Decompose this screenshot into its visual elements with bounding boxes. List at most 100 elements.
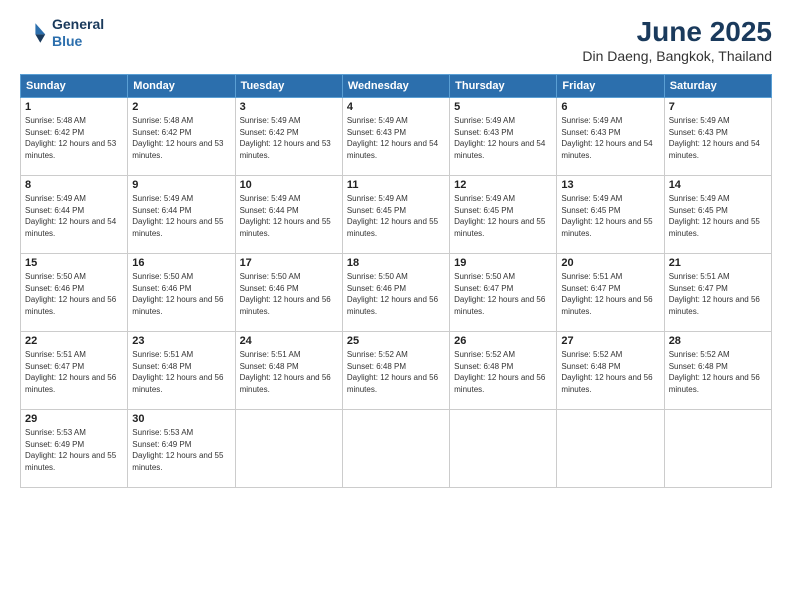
day-of-week-header: Friday [557, 75, 664, 98]
calendar-cell: 30 Sunrise: 5:53 AMSunset: 6:49 PMDayligh… [128, 410, 235, 488]
day-number: 17 [240, 257, 338, 269]
calendar-cell: 3 Sunrise: 5:49 AMSunset: 6:42 PMDaylight… [235, 98, 342, 176]
calendar-cell [342, 410, 449, 488]
calendar-header-row: SundayMondayTuesdayWednesdayThursdayFrid… [21, 75, 772, 98]
calendar-week-row: 8 Sunrise: 5:49 AMSunset: 6:44 PMDaylight… [21, 176, 772, 254]
calendar-cell: 7 Sunrise: 5:49 AMSunset: 6:43 PMDaylight… [664, 98, 771, 176]
calendar-cell: 15 Sunrise: 5:50 AMSunset: 6:46 PMDayligh… [21, 254, 128, 332]
day-number: 14 [669, 179, 767, 191]
cell-sun-info: Sunrise: 5:50 AMSunset: 6:46 PMDaylight:… [347, 271, 445, 317]
month-title: June 2025 [582, 16, 772, 48]
day-number: 27 [561, 335, 659, 347]
day-of-week-header: Thursday [450, 75, 557, 98]
header: General Blue June 2025 Din Daeng, Bangko… [20, 16, 772, 64]
logo-icon [20, 19, 48, 47]
calendar-cell: 23 Sunrise: 5:51 AMSunset: 6:48 PMDayligh… [128, 332, 235, 410]
calendar-week-row: 1 Sunrise: 5:48 AMSunset: 6:42 PMDaylight… [21, 98, 772, 176]
title-block: June 2025 Din Daeng, Bangkok, Thailand [582, 16, 772, 64]
calendar-week-row: 29 Sunrise: 5:53 AMSunset: 6:49 PMDayligh… [21, 410, 772, 488]
calendar: SundayMondayTuesdayWednesdayThursdayFrid… [20, 74, 772, 488]
calendar-cell: 12 Sunrise: 5:49 AMSunset: 6:45 PMDayligh… [450, 176, 557, 254]
day-number: 25 [347, 335, 445, 347]
calendar-cell: 27Sunrise: 5:52 AMSunset: 6:48 PMDayligh… [557, 332, 664, 410]
logo-line1: General [52, 16, 104, 33]
cell-sun-info: Sunrise: 5:49 AMSunset: 6:45 PMDaylight:… [669, 193, 767, 239]
calendar-cell: 11Sunrise: 5:49 AMSunset: 6:45 PMDayligh… [342, 176, 449, 254]
calendar-week-row: 15 Sunrise: 5:50 AMSunset: 6:46 PMDayligh… [21, 254, 772, 332]
day-number: 30 [132, 413, 230, 425]
calendar-cell: 16 Sunrise: 5:50 AMSunset: 6:46 PMDayligh… [128, 254, 235, 332]
calendar-body: 1 Sunrise: 5:48 AMSunset: 6:42 PMDaylight… [21, 98, 772, 488]
calendar-cell: 28 Sunrise: 5:52 AMSunset: 6:48 PMDayligh… [664, 332, 771, 410]
day-number: 8 [25, 179, 123, 191]
logo: General Blue [20, 16, 104, 50]
day-of-week-header: Saturday [664, 75, 771, 98]
day-number: 5 [454, 101, 552, 113]
logo-line2: Blue [52, 33, 104, 50]
day-number: 23 [132, 335, 230, 347]
cell-sun-info: Sunrise: 5:49 AMSunset: 6:42 PMDaylight:… [240, 115, 338, 161]
day-number: 28 [669, 335, 767, 347]
day-number: 26 [454, 335, 552, 347]
cell-sun-info: Sunrise: 5:50 AMSunset: 6:46 PMDaylight:… [240, 271, 338, 317]
calendar-cell: 2Sunrise: 5:48 AMSunset: 6:42 PMDaylight… [128, 98, 235, 176]
day-of-week-header: Sunday [21, 75, 128, 98]
cell-sun-info: Sunrise: 5:51 AMSunset: 6:47 PMDaylight:… [25, 349, 123, 395]
cell-sun-info: Sunrise: 5:49 AMSunset: 6:44 PMDaylight:… [240, 193, 338, 239]
day-number: 1 [25, 101, 123, 113]
calendar-cell: 17 Sunrise: 5:50 AMSunset: 6:46 PMDayligh… [235, 254, 342, 332]
cell-sun-info: Sunrise: 5:51 AMSunset: 6:48 PMDaylight:… [240, 349, 338, 395]
cell-sun-info: Sunrise: 5:48 AMSunset: 6:42 PMDaylight:… [25, 115, 123, 161]
calendar-cell: 19 Sunrise: 5:50 AMSunset: 6:47 PMDayligh… [450, 254, 557, 332]
day-number: 9 [132, 179, 230, 191]
cell-sun-info: Sunrise: 5:53 AMSunset: 6:49 PMDaylight:… [25, 427, 123, 473]
cell-sun-info: Sunrise: 5:49 AMSunset: 6:43 PMDaylight:… [347, 115, 445, 161]
day-number: 22 [25, 335, 123, 347]
day-number: 16 [132, 257, 230, 269]
calendar-cell: 9Sunrise: 5:49 AMSunset: 6:44 PMDaylight… [128, 176, 235, 254]
calendar-cell: 5Sunrise: 5:49 AMSunset: 6:43 PMDaylight… [450, 98, 557, 176]
day-number: 3 [240, 101, 338, 113]
cell-sun-info: Sunrise: 5:49 AMSunset: 6:45 PMDaylight:… [347, 193, 445, 239]
calendar-cell: 18Sunrise: 5:50 AMSunset: 6:46 PMDayligh… [342, 254, 449, 332]
cell-sun-info: Sunrise: 5:50 AMSunset: 6:46 PMDaylight:… [132, 271, 230, 317]
calendar-cell: 26Sunrise: 5:52 AMSunset: 6:48 PMDayligh… [450, 332, 557, 410]
logo-text: General Blue [52, 16, 104, 50]
calendar-cell: 25 Sunrise: 5:52 AMSunset: 6:48 PMDayligh… [342, 332, 449, 410]
cell-sun-info: Sunrise: 5:53 AMSunset: 6:49 PMDaylight:… [132, 427, 230, 473]
cell-sun-info: Sunrise: 5:49 AMSunset: 6:44 PMDaylight:… [25, 193, 123, 239]
cell-sun-info: Sunrise: 5:49 AMSunset: 6:45 PMDaylight:… [454, 193, 552, 239]
cell-sun-info: Sunrise: 5:51 AMSunset: 6:48 PMDaylight:… [132, 349, 230, 395]
calendar-cell: 6Sunrise: 5:49 AMSunset: 6:43 PMDaylight… [557, 98, 664, 176]
calendar-cell: 14 Sunrise: 5:49 AMSunset: 6:45 PMDayligh… [664, 176, 771, 254]
day-number: 19 [454, 257, 552, 269]
day-number: 2 [132, 101, 230, 113]
cell-sun-info: Sunrise: 5:51 AMSunset: 6:47 PMDaylight:… [669, 271, 767, 317]
cell-sun-info: Sunrise: 5:52 AMSunset: 6:48 PMDaylight:… [347, 349, 445, 395]
calendar-cell: 8 Sunrise: 5:49 AMSunset: 6:44 PMDaylight… [21, 176, 128, 254]
day-number: 15 [25, 257, 123, 269]
location-title: Din Daeng, Bangkok, Thailand [582, 48, 772, 64]
cell-sun-info: Sunrise: 5:49 AMSunset: 6:45 PMDaylight:… [561, 193, 659, 239]
calendar-cell [557, 410, 664, 488]
page: General Blue June 2025 Din Daeng, Bangko… [0, 0, 792, 612]
calendar-cell: 22 Sunrise: 5:51 AMSunset: 6:47 PMDayligh… [21, 332, 128, 410]
day-number: 7 [669, 101, 767, 113]
day-number: 24 [240, 335, 338, 347]
calendar-cell [450, 410, 557, 488]
calendar-cell: 29 Sunrise: 5:53 AMSunset: 6:49 PMDayligh… [21, 410, 128, 488]
day-number: 6 [561, 101, 659, 113]
cell-sun-info: Sunrise: 5:52 AMSunset: 6:48 PMDaylight:… [669, 349, 767, 395]
calendar-week-row: 22 Sunrise: 5:51 AMSunset: 6:47 PMDayligh… [21, 332, 772, 410]
calendar-cell: 21Sunrise: 5:51 AMSunset: 6:47 PMDayligh… [664, 254, 771, 332]
cell-sun-info: Sunrise: 5:50 AMSunset: 6:47 PMDaylight:… [454, 271, 552, 317]
day-of-week-header: Monday [128, 75, 235, 98]
day-number: 12 [454, 179, 552, 191]
cell-sun-info: Sunrise: 5:49 AMSunset: 6:43 PMDaylight:… [669, 115, 767, 161]
calendar-cell: 20Sunrise: 5:51 AMSunset: 6:47 PMDayligh… [557, 254, 664, 332]
cell-sun-info: Sunrise: 5:50 AMSunset: 6:46 PMDaylight:… [25, 271, 123, 317]
calendar-cell: 13Sunrise: 5:49 AMSunset: 6:45 PMDayligh… [557, 176, 664, 254]
calendar-cell: 24 Sunrise: 5:51 AMSunset: 6:48 PMDayligh… [235, 332, 342, 410]
day-number: 29 [25, 413, 123, 425]
day-number: 20 [561, 257, 659, 269]
